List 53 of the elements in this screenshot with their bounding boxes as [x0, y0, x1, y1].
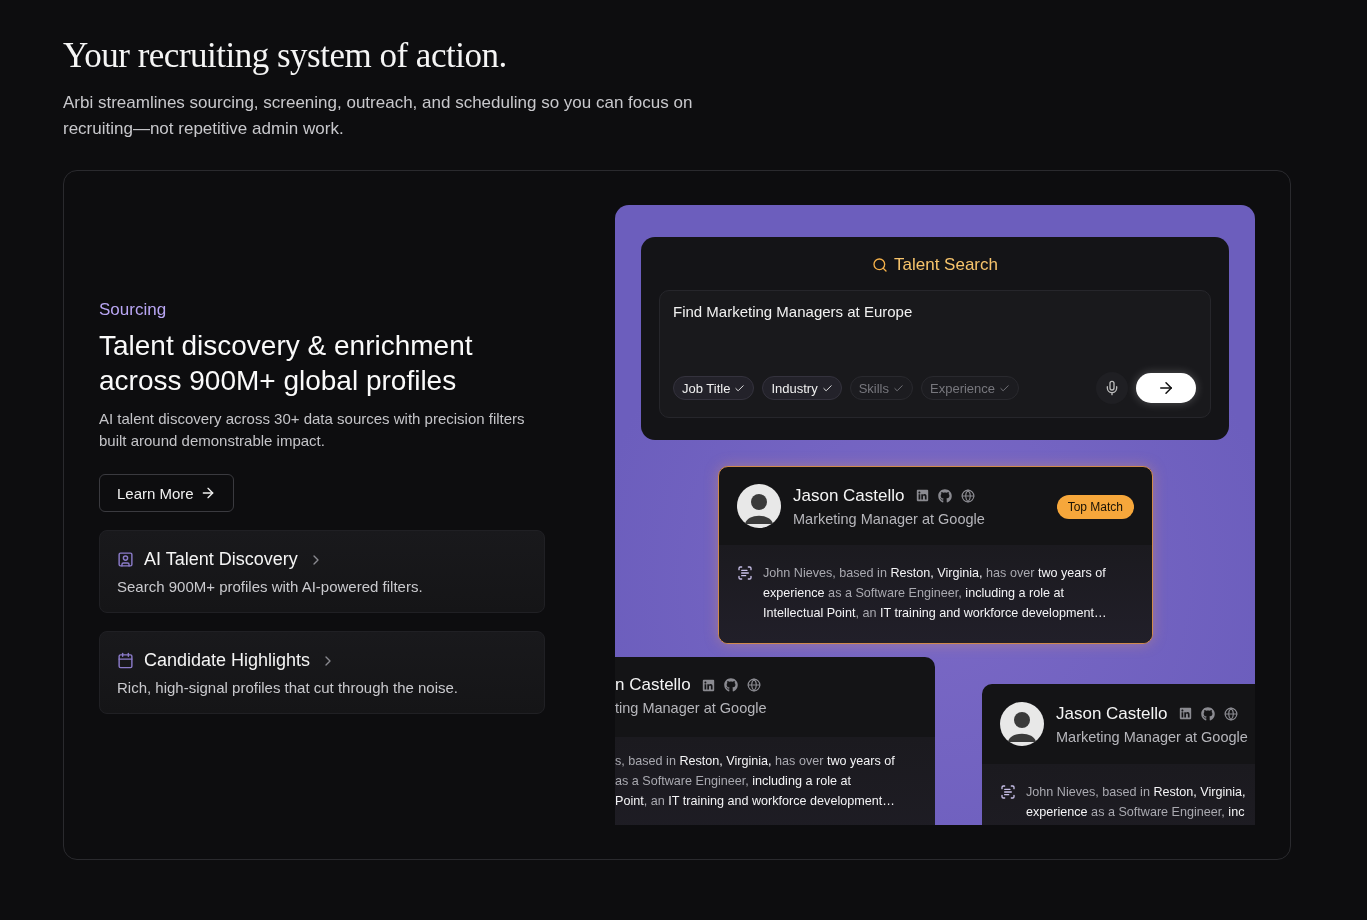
- arrow-right-icon: [1157, 379, 1175, 397]
- globe-icon[interactable]: [960, 488, 975, 503]
- avatar: [1000, 702, 1044, 746]
- microphone-icon: [1104, 380, 1120, 396]
- linkedin-icon[interactable]: [1178, 707, 1192, 720]
- search-icon: [872, 257, 888, 273]
- feature-item-title: AI Talent Discovery: [144, 549, 298, 570]
- filter-chip[interactable]: Job Title: [673, 376, 755, 400]
- candidate-role: Marketing Manager at Google: [1056, 728, 1248, 745]
- check-icon: [734, 382, 746, 394]
- search-field[interactable]: Find Marketing Managers at Europe Job Title Industry Skills Experience: [659, 290, 1211, 418]
- check-icon: [821, 382, 833, 394]
- filter-chip[interactable]: Industry: [762, 376, 842, 400]
- check-icon: [893, 382, 904, 394]
- filter-chip[interactable]: Experience: [921, 376, 1020, 400]
- microphone-button[interactable]: [1096, 372, 1128, 404]
- submit-button[interactable]: [1136, 373, 1196, 403]
- candidate-summary: John Nieves, based in Reston, Virginia, experience as a Software Engineer, inc: [1026, 784, 1246, 821]
- github-icon[interactable]: [723, 678, 738, 692]
- feature-item-title: Candidate Highlights: [144, 650, 311, 671]
- avatar: [737, 484, 781, 528]
- linkedin-icon[interactable]: [701, 678, 715, 692]
- page-subtitle: Arbi streamlines sourcing, screening, outreach, and scheduling so you can focus on recruiting—not repetitive admin work.: [63, 92, 694, 140]
- candidate-role: ting Manager at Google: [615, 700, 767, 716]
- globe-icon[interactable]: [746, 678, 761, 692]
- section-eyebrow: Sourcing: [99, 300, 168, 320]
- search-title: Talent Search: [894, 255, 998, 275]
- feature-item-description: Rich, high-signal profiles that cut through the noise.: [117, 679, 460, 696]
- candidate-summary: s, based in Reston, Virginia, has over two years of as a Software Engineer, including a role at Point, an IT training and workforce development…: [615, 753, 895, 810]
- feature-item-description: Search 900M+ profiles with AI-powered filters.: [117, 578, 424, 595]
- user-frame-icon: [117, 551, 134, 568]
- candidate-name: Jason Castello: [1056, 703, 1168, 724]
- feature-title: Talent discovery & enrichment across 900M+ global profiles: [99, 329, 474, 398]
- scan-text-icon: [1000, 784, 1016, 800]
- candidate-summary: John Nieves, based in Reston, Virginia, has over two years of experience as a Software Engineer, including a role at Intellectual Point, an IT training and workforce development…: [763, 565, 1107, 622]
- calendar-icon: [117, 652, 134, 669]
- match-badge: Top Match: [1056, 495, 1134, 519]
- scan-text-icon: [737, 565, 753, 581]
- learn-more-button[interactable]: Learn More: [99, 474, 234, 512]
- feature-item[interactable]: AI Talent Discovery Search 900M+ profiles with AI-powered filters.: [99, 530, 545, 613]
- candidate-name: n Castello: [615, 675, 691, 695]
- candidate-role: Marketing Manager at Google: [793, 510, 985, 527]
- search-query: Find Marketing Managers at Europe: [673, 303, 914, 320]
- globe-icon[interactable]: [1223, 706, 1238, 721]
- check-icon: [999, 382, 1011, 394]
- github-icon[interactable]: [1200, 706, 1215, 721]
- candidate-name: Jason Castello: [793, 485, 905, 506]
- linkedin-icon[interactable]: [915, 489, 929, 502]
- github-icon[interactable]: [937, 488, 952, 503]
- feature-description: AI talent discovery across 30+ data sources with precision filters built around demonstrable impact.: [99, 409, 526, 451]
- page-title: Your recruiting system of action.: [63, 36, 508, 76]
- filter-chip[interactable]: Skills: [849, 376, 913, 400]
- feature-item[interactable]: Candidate Highlights Rich, high-signal profiles that cut through the noise.: [99, 631, 545, 714]
